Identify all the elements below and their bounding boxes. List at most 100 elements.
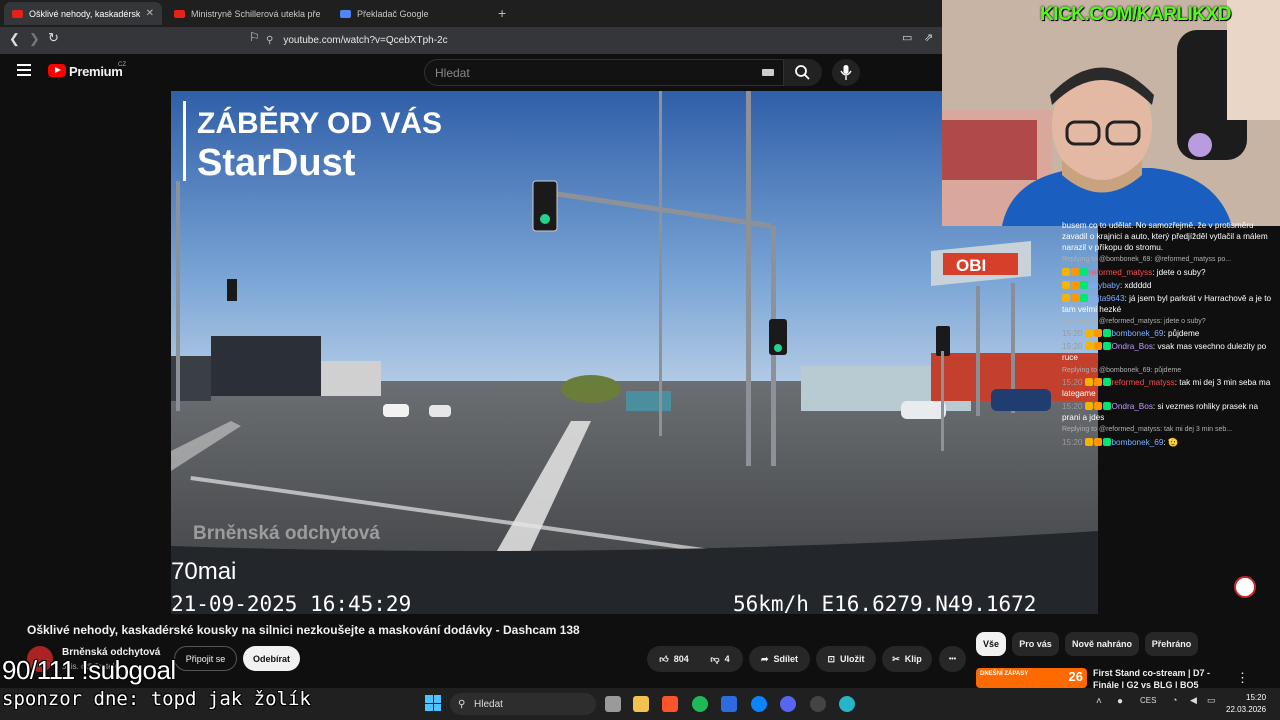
forward-icon[interactable]: ❯ <box>29 31 40 47</box>
like-button[interactable]: 👍︎ 804 <box>650 646 698 672</box>
voice-search-button[interactable] <box>832 59 860 86</box>
more-actions-button[interactable]: ••• <box>939 646 966 672</box>
youtube-favicon-icon <box>12 9 23 18</box>
thumbnail-badge: DNEŠNÍ ZÁPASY <box>980 671 1029 677</box>
chat-badge-icon <box>1102 342 1111 351</box>
tab-news[interactable]: Ministryně Schillerová utekla před ot <box>166 2 328 25</box>
chat-badge-icon <box>1080 267 1088 276</box>
search-icon: ⚲ <box>458 698 466 710</box>
tab-translate[interactable]: Překladač Google <box>332 2 482 25</box>
chat-badge-icon <box>1084 377 1093 386</box>
chat-badge-icon <box>1093 437 1102 446</box>
chat-message: abybaby: xddddd <box>1062 280 1274 291</box>
chat-timestamp: 15:20 <box>1062 342 1083 352</box>
chat-username[interactable]: abybaby <box>1089 281 1120 290</box>
app-icon[interactable] <box>721 696 737 712</box>
search-input[interactable]: Hledat <box>424 59 784 86</box>
recommended-thumbnail[interactable]: DNEŠNÍ ZÁPASY 26 <box>976 668 1087 688</box>
save-label: Uložit <box>840 654 865 664</box>
dislike-button[interactable]: 👎︎ 4 <box>700 646 740 672</box>
share-button[interactable]: ➦ Sdílet <box>749 646 810 672</box>
reload-icon[interactable]: ↻ <box>48 30 59 46</box>
youtube-favicon-icon <box>174 9 185 18</box>
chip-watched[interactable]: Přehráno <box>1145 632 1198 656</box>
chip-recently-uploaded[interactable]: Nově nahráno <box>1065 632 1139 656</box>
cast-icon[interactable]: ▭ <box>902 31 912 44</box>
chat-badge-icon <box>1062 280 1070 289</box>
task-view-icon[interactable] <box>605 696 621 712</box>
chat-message-body: : půjdeme <box>1163 329 1200 339</box>
youtube-logo-icon[interactable] <box>48 64 66 77</box>
overlay-heading: ZÁBĚRY OD VÁS <box>197 106 442 140</box>
microphone-icon[interactable]: ● <box>1117 696 1123 707</box>
search-button[interactable] <box>784 59 822 86</box>
app-icon[interactable] <box>810 696 826 712</box>
share-page-icon[interactable]: ⇗ <box>924 31 933 44</box>
clip-button[interactable]: ✂ Klip <box>882 646 932 672</box>
new-tab-button[interactable]: + <box>498 5 506 21</box>
tab-youtube-video[interactable]: Ošklivé nehody, kaskadérské kou ✕ <box>4 2 162 25</box>
discord-icon[interactable] <box>780 696 796 712</box>
chip-for-you[interactable]: Pro vás <box>1012 632 1059 656</box>
chat-username[interactable]: bombonek_69 <box>1112 438 1164 447</box>
system-clock[interactable]: 15:20 22.03.2026 <box>1226 692 1266 716</box>
edge-icon[interactable] <box>751 696 767 712</box>
chat-reply-context: Replying to @bombonek_69: půjdeme <box>1062 366 1182 374</box>
chat-badge-icon <box>1093 377 1102 386</box>
close-tab-icon[interactable]: ✕ <box>146 8 154 19</box>
chat-badge-icon <box>1062 267 1070 276</box>
taskbar-search[interactable]: ⚲ Hledat <box>450 693 596 715</box>
wifi-icon[interactable]: ◔ <box>1172 695 1177 705</box>
keyboard-icon[interactable] <box>762 69 774 76</box>
chat-username[interactable]: reformed_matyss <box>1112 378 1175 387</box>
chat-username[interactable]: vojta9643 <box>1089 294 1125 303</box>
spotify-icon[interactable] <box>692 696 708 712</box>
app-icon[interactable] <box>839 696 855 712</box>
youtube-premium-label[interactable]: Premium <box>69 64 123 79</box>
overlay-name: StarDust <box>197 142 356 184</box>
volume-icon[interactable]: ◀ <box>1190 695 1197 706</box>
chat-badge-icon <box>1071 280 1079 289</box>
video-speed-gps: 56km/h E16.6279.N49.1672 <box>733 592 1036 614</box>
chat-username[interactable]: Ondra_Bos <box>1112 342 1153 351</box>
chat-badge-icon <box>1084 329 1093 338</box>
bookmark-add-icon: ⊡ <box>827 653 836 664</box>
chat-badge-icon <box>1071 267 1079 276</box>
chat-message: 15:20 Ondra_Bos: si vezmes rohliky prasek… <box>1062 401 1274 423</box>
chat-message: 15:20 bombonek_69: 🫡 <box>1062 437 1274 448</box>
chat-message-body: : vsak mas vsechno dulezity po ruce <box>1062 342 1267 363</box>
battery-icon[interactable]: ▭ <box>1207 695 1216 706</box>
chat-message: 15:20 Ondra_Bos: vsak mas vsechno dulezit… <box>1062 341 1274 363</box>
more-vert-icon[interactable]: ⋮ <box>1236 670 1249 686</box>
address-bar[interactable]: ⚲ youtube.com/watch?v=QcebXTph-2c <box>266 30 936 50</box>
subscribe-button[interactable]: Odebírat <box>243 646 300 671</box>
sponsor-overlay: sponzor dne: topd jak žolík <box>2 688 311 710</box>
chevron-up-icon[interactable]: ˄ <box>1096 696 1102 707</box>
video-timestamp: 21-09-2025 16:45:29 <box>171 592 411 614</box>
chat-message-text: busem co to udělat. No samozřejmě, že v … <box>1062 221 1268 253</box>
chat-username[interactable]: reformed_matyss <box>1089 268 1152 277</box>
input-language[interactable]: CES <box>1140 696 1156 705</box>
file-explorer-icon[interactable] <box>633 696 649 712</box>
chat-username[interactable]: bombonek_69 <box>1112 329 1164 338</box>
chip-all[interactable]: Vše <box>976 632 1006 656</box>
menu-icon[interactable] <box>17 64 31 76</box>
brave-browser-icon[interactable] <box>662 696 678 712</box>
thumbnail-number: 26 <box>1068 669 1083 684</box>
chat-username[interactable]: Ondra_Bos <box>1112 402 1153 411</box>
save-button[interactable]: ⊡ Uložit <box>816 646 876 672</box>
chat-message: reformed_matyss: jdete o suby? <box>1062 267 1274 278</box>
bookmark-icon[interactable]: ⚐ <box>249 30 260 44</box>
join-button[interactable]: Připojit se <box>174 646 237 671</box>
windows-start-icon[interactable] <box>425 695 441 711</box>
stream-chat: busem co to udělat. No samozřejmě, že v … <box>1062 220 1274 488</box>
tab-label: Ministryně Schillerová utekla před ot <box>191 8 320 19</box>
webcam-overlay <box>942 0 1280 226</box>
camera-brand: 70mai <box>171 558 236 585</box>
url-text: youtube.com/watch?v=QcebXTph-2c <box>283 34 448 46</box>
site-info-icon[interactable]: ⚲ <box>266 35 273 46</box>
chat-badge-icon <box>1071 293 1079 302</box>
chat-message-body: : 🫡 <box>1163 437 1179 447</box>
chat-reply-context: Replying to @bombonek_69: @reformed_maty… <box>1062 256 1232 264</box>
back-icon[interactable]: ❮ <box>9 31 20 47</box>
